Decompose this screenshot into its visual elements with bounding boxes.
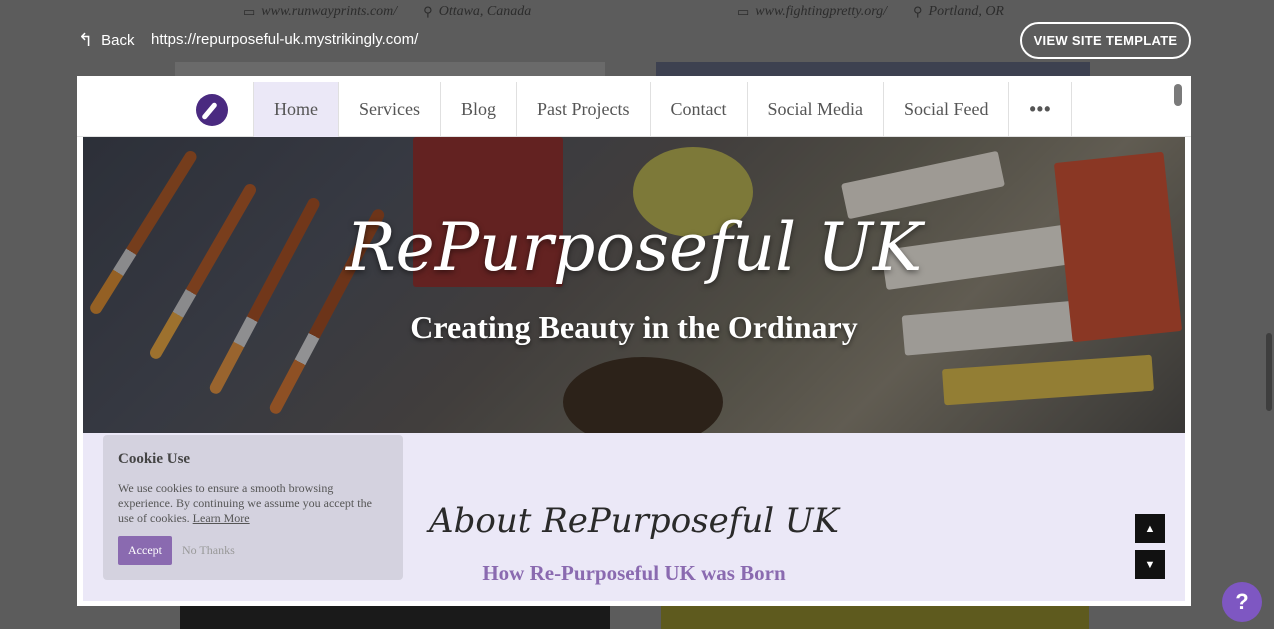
cookie-text: We use cookies to ensure a smooth browsi… <box>118 481 388 526</box>
monitor-icon: ▭ <box>243 4 256 19</box>
help-button[interactable]: ? <box>1222 582 1262 622</box>
map-pin-icon: ⚲ <box>423 4 433 19</box>
gallery-url-right: www.fightingpretty.org/ <box>755 4 888 19</box>
monitor-icon: ▭ <box>737 4 750 19</box>
learn-more-link[interactable]: Learn More <box>193 511 250 525</box>
gallery-meta-left: ▭ www.runwayprints.com/ ⚲ Ottawa, Canada <box>243 4 531 20</box>
nav-item-home[interactable]: Home <box>253 82 338 137</box>
nav-item-services[interactable]: Services <box>338 82 440 137</box>
nav-item-past-projects[interactable]: Past Projects <box>516 82 650 137</box>
frame-scrollbar[interactable] <box>1174 84 1182 106</box>
gallery-location-left: Ottawa, Canada <box>438 4 532 19</box>
map-pin-icon: ⚲ <box>913 4 923 19</box>
no-thanks-button[interactable]: No Thanks <box>182 543 235 558</box>
back-arrow-icon: ↰ <box>78 30 94 50</box>
triangle-down-icon: ▼ <box>1144 558 1156 571</box>
gallery-card-left-bottom <box>180 606 610 629</box>
accept-cookies-button[interactable]: Accept <box>118 536 172 565</box>
back-label: Back <box>101 31 135 49</box>
nav-item-contact[interactable]: Contact <box>649 82 747 137</box>
site-url[interactable]: https://repurposeful-uk.mystrikingly.com… <box>151 31 418 48</box>
gallery-meta-right: ▭ www.fightingpretty.org/ ⚲ Portland, OR <box>737 4 1004 20</box>
brand-logo-icon[interactable] <box>196 94 228 126</box>
cookie-title: Cookie Use <box>118 451 191 467</box>
nav-item-social-feed[interactable]: Social Feed <box>882 82 1008 137</box>
view-site-template-button[interactable]: VIEW SITE TEMPLATE <box>1020 22 1191 59</box>
cookie-actions: Accept No Thanks <box>118 536 235 565</box>
nav-item-blog[interactable]: Blog <box>439 82 516 137</box>
nav-item-social-media[interactable]: Social Media <box>746 82 883 137</box>
gallery-location-right: Portland, OR <box>928 4 1004 19</box>
back-button[interactable]: ↰ Back <box>78 31 134 49</box>
site-preview-frame: Home Services Blog Past Projects Contact… <box>77 76 1191 606</box>
hero-subtitle: Creating Beauty in the Ordinary <box>410 309 858 345</box>
help-icon: ? <box>1235 589 1249 614</box>
site-navbar: Home Services Blog Past Projects Contact… <box>77 76 1191 137</box>
section-down-button[interactable]: ▼ <box>1135 550 1165 579</box>
hero-banner: RePurposeful UK Creating Beauty in the O… <box>83 137 1185 433</box>
site-nav-menu: Home Services Blog Past Projects Contact… <box>253 82 1073 137</box>
hero-title: RePurposeful UK <box>345 209 923 286</box>
nav-item-more[interactable]: ••• <box>1008 82 1073 137</box>
cookie-banner: Cookie Use We use cookies to ensure a sm… <box>103 435 403 580</box>
gallery-card-right-bottom <box>661 606 1089 629</box>
page-scrollbar[interactable] <box>1266 333 1272 411</box>
gallery-url-left: www.runwayprints.com/ <box>261 4 398 19</box>
triangle-up-icon: ▲ <box>1144 522 1156 535</box>
section-up-button[interactable]: ▲ <box>1135 514 1165 543</box>
